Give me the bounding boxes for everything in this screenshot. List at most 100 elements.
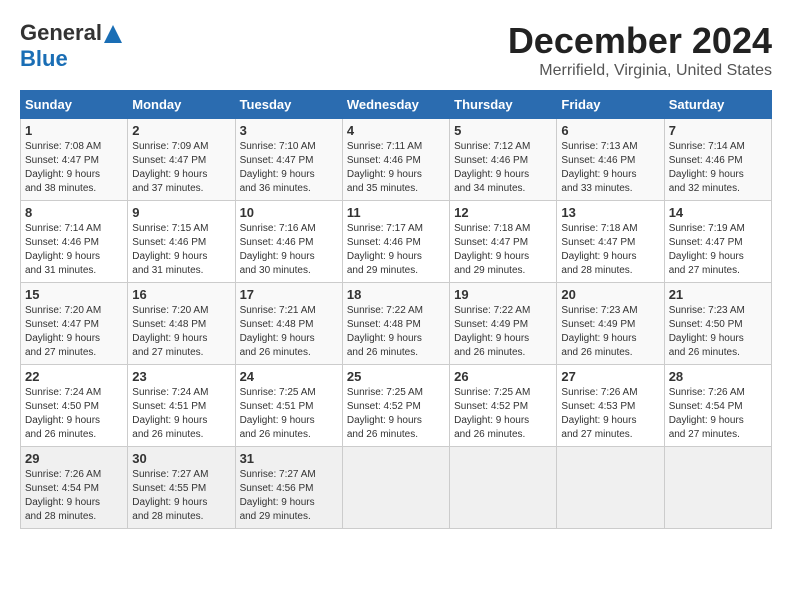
week-row-5: 29 Sunrise: 7:26 AM Sunset: 4:54 PM Dayli…	[21, 447, 772, 529]
calendar-table: SundayMondayTuesdayWednesdayThursdayFrid…	[20, 90, 772, 529]
calendar-cell: 23Sunrise: 7:24 AM Sunset: 4:51 PM Dayli…	[128, 365, 235, 447]
week-row-2: 8 Sunrise: 7:14 AM Sunset: 4:46 PM Daylig…	[21, 201, 772, 283]
day-number: 27	[561, 369, 659, 384]
calendar-cell: 26 Sunrise: 7:25 AM Sunset: 4:52 PM Dayli…	[450, 365, 557, 447]
calendar-cell: 16Sunrise: 7:20 AM Sunset: 4:48 PM Dayli…	[128, 283, 235, 365]
month-title: December 2024	[508, 20, 772, 62]
calendar-cell: 9 Sunrise: 7:15 AM Sunset: 4:46 PM Daylig…	[128, 201, 235, 283]
calendar-cell: 20Sunrise: 7:23 AM Sunset: 4:49 PM Dayli…	[557, 283, 664, 365]
day-info: Sunrise: 7:18 AM Sunset: 4:47 PM Dayligh…	[561, 222, 659, 278]
day-info: Sunrise: 7:20 AM Sunset: 4:47 PM Dayligh…	[25, 304, 123, 360]
day-number: 28	[669, 369, 767, 384]
day-number: 16	[132, 287, 230, 302]
day-number: 22	[25, 369, 123, 384]
day-number: 11	[347, 205, 445, 220]
day-number: 13	[561, 205, 659, 220]
day-info: Sunrise: 7:14 AM Sunset: 4:46 PM Dayligh…	[669, 140, 767, 196]
day-number: 24	[240, 369, 338, 384]
day-info: Sunrise: 7:14 AM Sunset: 4:46 PM Dayligh…	[25, 222, 123, 278]
day-info: Sunrise: 7:25 AM Sunset: 4:52 PM Dayligh…	[454, 386, 552, 442]
day-info: Sunrise: 7:25 AM Sunset: 4:51 PM Dayligh…	[240, 386, 338, 442]
day-number: 8	[25, 205, 123, 220]
day-info: Sunrise: 7:23 AM Sunset: 4:50 PM Dayligh…	[669, 304, 767, 360]
day-number: 9	[132, 205, 230, 220]
day-number: 25	[347, 369, 445, 384]
day-number: 18	[347, 287, 445, 302]
calendar-body: 1Sunrise: 7:08 AM Sunset: 4:47 PM Daylig…	[21, 119, 772, 529]
calendar-cell: 2 Sunrise: 7:09 AM Sunset: 4:47 PM Daylig…	[128, 119, 235, 201]
logo-text: General	[20, 20, 122, 46]
calendar-cell	[664, 447, 771, 529]
day-info: Sunrise: 7:17 AM Sunset: 4:46 PM Dayligh…	[347, 222, 445, 278]
day-number: 1	[25, 123, 123, 138]
day-info: Sunrise: 7:26 AM Sunset: 4:53 PM Dayligh…	[561, 386, 659, 442]
title-area: December 2024 Merrifield, Virginia, Unit…	[508, 20, 772, 80]
calendar-cell: 19Sunrise: 7:22 AM Sunset: 4:49 PM Dayli…	[450, 283, 557, 365]
calendar-cell: 14Sunrise: 7:19 AM Sunset: 4:47 PM Dayli…	[664, 201, 771, 283]
day-info: Sunrise: 7:22 AM Sunset: 4:49 PM Dayligh…	[454, 304, 552, 360]
day-number: 5	[454, 123, 552, 138]
calendar-cell: 18 Sunrise: 7:22 AM Sunset: 4:48 PM Dayli…	[342, 283, 449, 365]
day-number: 31	[240, 451, 338, 466]
day-number: 15	[25, 287, 123, 302]
calendar-cell: 27 Sunrise: 7:26 AM Sunset: 4:53 PM Dayli…	[557, 365, 664, 447]
day-number: 26	[454, 369, 552, 384]
page-header: General Blue December 2024 Merrifield, V…	[20, 20, 772, 80]
logo-blue: Blue	[20, 46, 68, 71]
calendar-cell: 10Sunrise: 7:16 AM Sunset: 4:46 PM Dayli…	[235, 201, 342, 283]
dow-sunday: Sunday	[21, 91, 128, 119]
calendar-cell: 29 Sunrise: 7:26 AM Sunset: 4:54 PM Dayli…	[21, 447, 128, 529]
calendar-cell: 28Sunrise: 7:26 AM Sunset: 4:54 PM Dayli…	[664, 365, 771, 447]
calendar-cell: 15 Sunrise: 7:20 AM Sunset: 4:47 PM Dayli…	[21, 283, 128, 365]
calendar-cell: 6Sunrise: 7:13 AM Sunset: 4:46 PM Daylig…	[557, 119, 664, 201]
calendar-cell: 11 Sunrise: 7:17 AM Sunset: 4:46 PM Dayli…	[342, 201, 449, 283]
day-info: Sunrise: 7:15 AM Sunset: 4:46 PM Dayligh…	[132, 222, 230, 278]
dow-tuesday: Tuesday	[235, 91, 342, 119]
calendar-cell: 1Sunrise: 7:08 AM Sunset: 4:47 PM Daylig…	[21, 119, 128, 201]
day-number: 2	[132, 123, 230, 138]
calendar-cell: 3 Sunrise: 7:10 AM Sunset: 4:47 PM Daylig…	[235, 119, 342, 201]
calendar-cell: 22 Sunrise: 7:24 AM Sunset: 4:50 PM Dayli…	[21, 365, 128, 447]
calendar-cell	[450, 447, 557, 529]
calendar-cell	[557, 447, 664, 529]
day-number: 14	[669, 205, 767, 220]
calendar-cell	[342, 447, 449, 529]
day-number: 3	[240, 123, 338, 138]
week-row-1: 1Sunrise: 7:08 AM Sunset: 4:47 PM Daylig…	[21, 119, 772, 201]
day-info: Sunrise: 7:27 AM Sunset: 4:55 PM Dayligh…	[132, 468, 230, 524]
day-info: Sunrise: 7:26 AM Sunset: 4:54 PM Dayligh…	[25, 468, 123, 524]
logo: General Blue	[20, 20, 122, 72]
week-row-3: 15 Sunrise: 7:20 AM Sunset: 4:47 PM Dayli…	[21, 283, 772, 365]
day-info: Sunrise: 7:10 AM Sunset: 4:47 PM Dayligh…	[240, 140, 338, 196]
calendar-cell: 30 Sunrise: 7:27 AM Sunset: 4:55 PM Dayli…	[128, 447, 235, 529]
calendar-cell: 5 Sunrise: 7:12 AM Sunset: 4:46 PM Daylig…	[450, 119, 557, 201]
calendar-cell: 24 Sunrise: 7:25 AM Sunset: 4:51 PM Dayli…	[235, 365, 342, 447]
calendar-cell: 7 Sunrise: 7:14 AM Sunset: 4:46 PM Daylig…	[664, 119, 771, 201]
calendar-cell: 21 Sunrise: 7:23 AM Sunset: 4:50 PM Dayli…	[664, 283, 771, 365]
calendar-cell: 12Sunrise: 7:18 AM Sunset: 4:47 PM Dayli…	[450, 201, 557, 283]
day-info: Sunrise: 7:18 AM Sunset: 4:47 PM Dayligh…	[454, 222, 552, 278]
calendar-cell: 25 Sunrise: 7:25 AM Sunset: 4:52 PM Dayli…	[342, 365, 449, 447]
day-info: Sunrise: 7:11 AM Sunset: 4:46 PM Dayligh…	[347, 140, 445, 196]
dow-saturday: Saturday	[664, 91, 771, 119]
calendar-cell: 8 Sunrise: 7:14 AM Sunset: 4:46 PM Daylig…	[21, 201, 128, 283]
day-info: Sunrise: 7:22 AM Sunset: 4:48 PM Dayligh…	[347, 304, 445, 360]
day-info: Sunrise: 7:25 AM Sunset: 4:52 PM Dayligh…	[347, 386, 445, 442]
day-info: Sunrise: 7:12 AM Sunset: 4:46 PM Dayligh…	[454, 140, 552, 196]
day-number: 7	[669, 123, 767, 138]
day-number: 4	[347, 123, 445, 138]
calendar-cell: 31Sunrise: 7:27 AM Sunset: 4:56 PM Dayli…	[235, 447, 342, 529]
day-info: Sunrise: 7:24 AM Sunset: 4:51 PM Dayligh…	[132, 386, 230, 442]
day-number: 21	[669, 287, 767, 302]
dow-wednesday: Wednesday	[342, 91, 449, 119]
day-info: Sunrise: 7:24 AM Sunset: 4:50 PM Dayligh…	[25, 386, 123, 442]
dow-friday: Friday	[557, 91, 664, 119]
day-number: 10	[240, 205, 338, 220]
day-info: Sunrise: 7:21 AM Sunset: 4:48 PM Dayligh…	[240, 304, 338, 360]
day-info: Sunrise: 7:09 AM Sunset: 4:47 PM Dayligh…	[132, 140, 230, 196]
dow-thursday: Thursday	[450, 91, 557, 119]
location-title: Merrifield, Virginia, United States	[508, 62, 772, 80]
day-info: Sunrise: 7:13 AM Sunset: 4:46 PM Dayligh…	[561, 140, 659, 196]
day-number: 30	[132, 451, 230, 466]
day-number: 29	[25, 451, 123, 466]
